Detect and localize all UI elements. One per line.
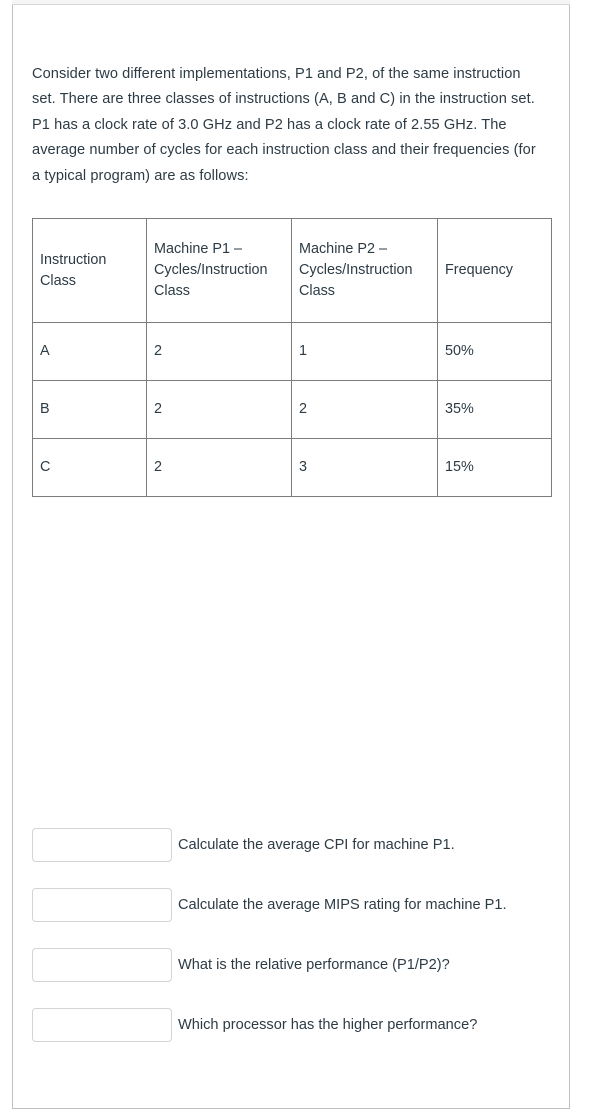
question-card: Consider two different implementations, … [12,5,570,1109]
instruction-class-table: Instruction Class Machine P1 – Cycles/In… [32,218,552,497]
cell-p2-cycles: 3 [291,438,438,497]
table-header-p2-cycles: Machine P2 – Cycles/Instruction Class [291,218,438,323]
cell-p2-cycles: 2 [291,380,438,439]
cell-p2-cycles: 1 [291,322,438,381]
cell-class: B [32,380,147,439]
question-prompt-text: Consider two different implementations, … [32,65,536,184]
table-row: C 2 3 15% [32,438,552,497]
answer-list: Calculate the average CPI for machine P1… [32,815,552,1055]
table-header-p1-cycles: Machine P1 – Cycles/Instruction Class [146,218,292,323]
table-header-instruction-class: Instruction Class [32,218,147,323]
answer-label-relative-performance: What is the relative performance (P1/P2)… [178,956,450,973]
answer-label-cpi-p1: Calculate the average CPI for machine P1… [178,836,455,853]
cell-p1-cycles: 2 [146,380,292,439]
cell-p1-cycles: 2 [146,322,292,381]
answer-label-mips-p1: Calculate the average MIPS rating for ma… [178,896,507,913]
table-header-row: Instruction Class Machine P1 – Cycles/In… [32,218,552,323]
cell-frequency: 35% [437,380,552,439]
answer-input-cpi-p1[interactable] [32,828,172,862]
table-row: A 2 1 50% [32,322,552,381]
cell-frequency: 50% [437,322,552,381]
answer-label-higher-performance: Which processor has the higher performan… [178,1016,478,1033]
answer-row-mips-p1: Calculate the average MIPS rating for ma… [32,875,552,935]
answer-input-relative-performance[interactable] [32,948,172,982]
answer-row-relative-performance: What is the relative performance (P1/P2)… [32,935,552,995]
cell-p1-cycles: 2 [146,438,292,497]
table-header-frequency: Frequency [437,218,552,323]
table-row: B 2 2 35% [32,380,552,439]
answer-row-cpi-p1: Calculate the average CPI for machine P1… [32,815,552,875]
cell-class: C [32,438,147,497]
cell-class: A [32,322,147,381]
answer-input-mips-p1[interactable] [32,888,172,922]
question-card-body: Consider two different implementations, … [13,5,569,1108]
answer-row-higher-performance: Which processor has the higher performan… [32,995,552,1055]
question-page: Consider two different implementations, … [0,0,590,1119]
answer-input-higher-performance[interactable] [32,1008,172,1042]
cell-frequency: 15% [437,438,552,497]
